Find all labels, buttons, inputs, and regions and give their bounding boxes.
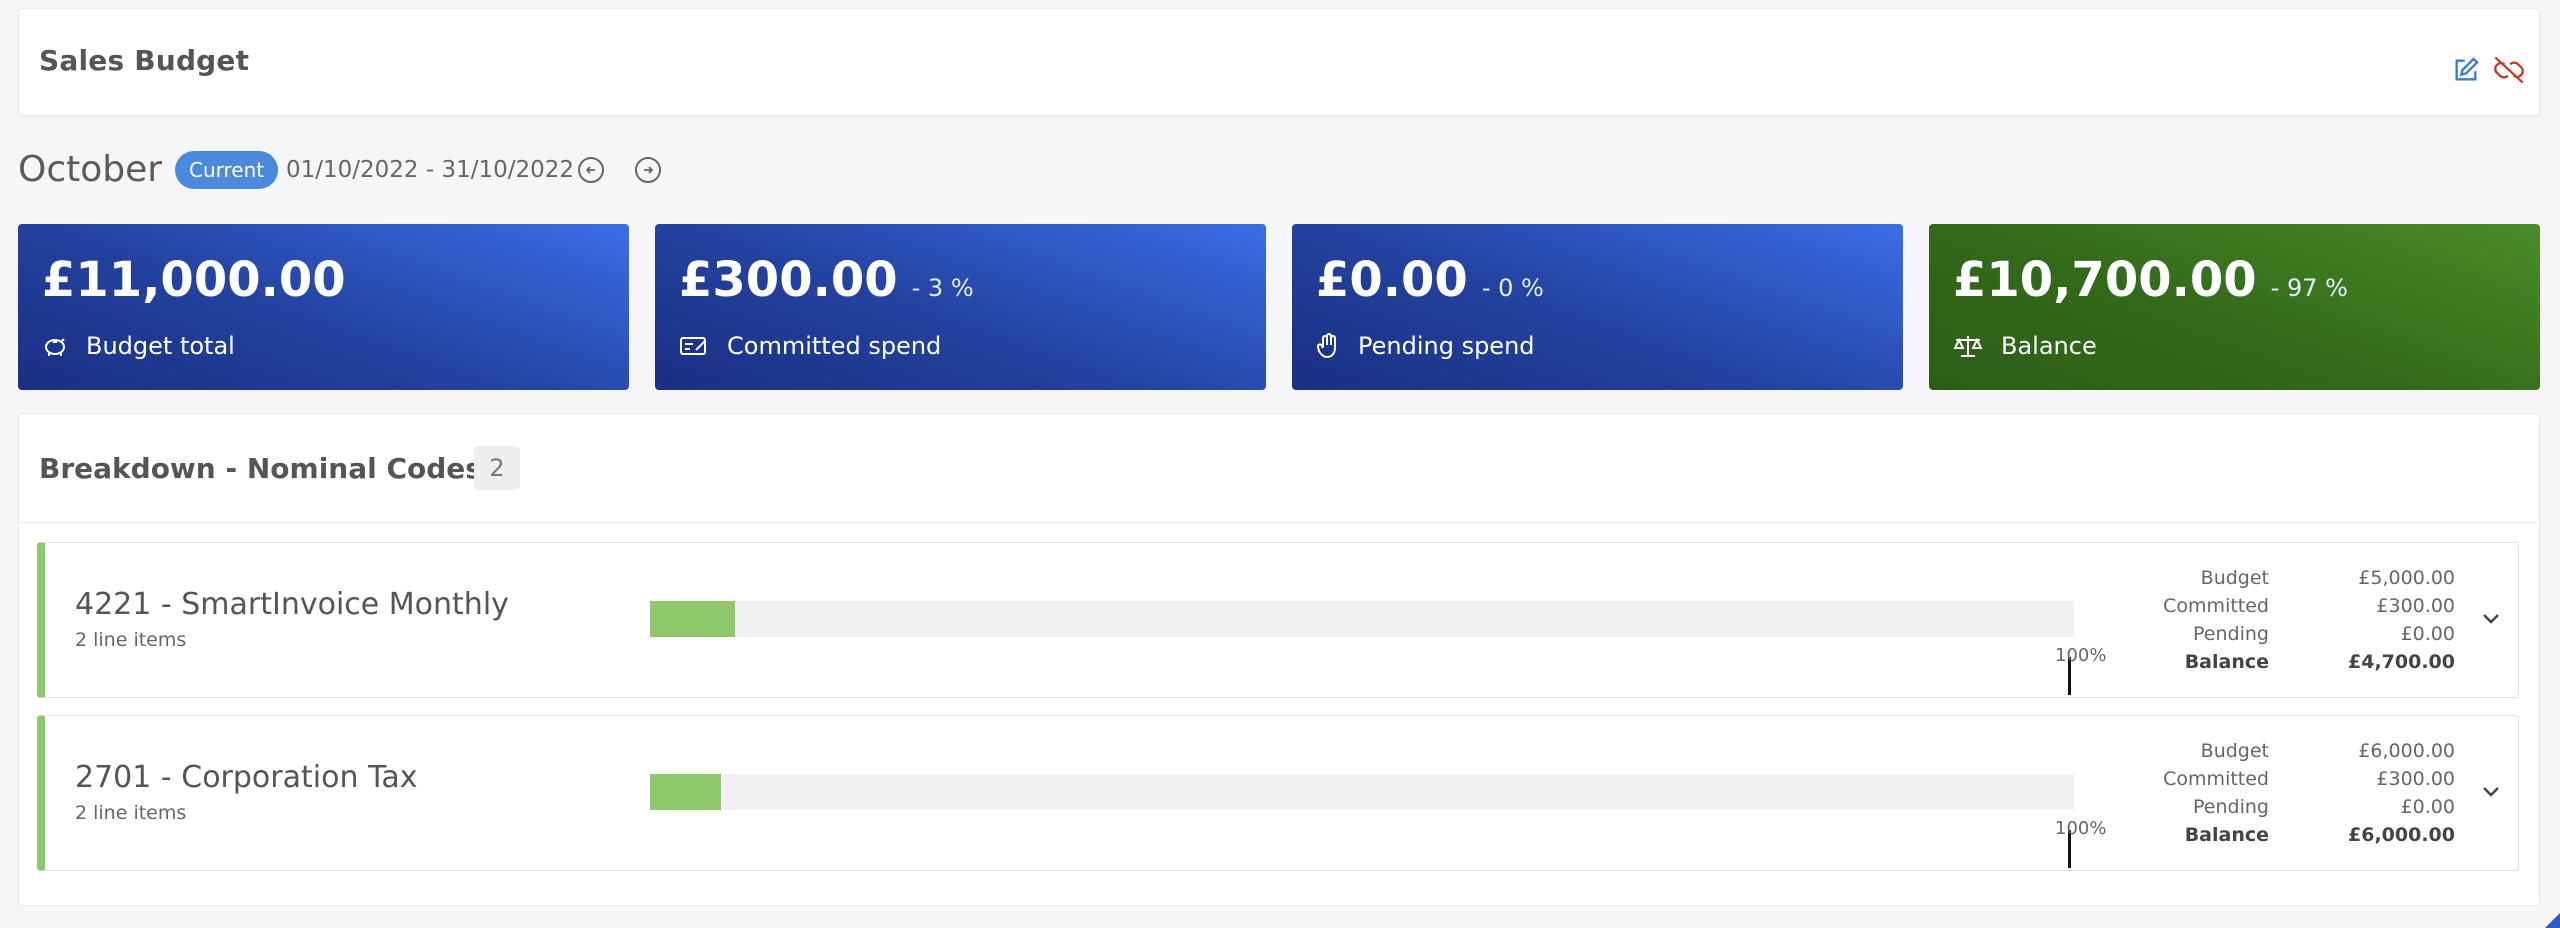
line-items-count: 2 line items xyxy=(75,629,187,651)
budget-total-card: £11,000.00 Budget total xyxy=(18,224,629,390)
pending-spend-card: £0.00- 0 % Pending spend xyxy=(1292,224,1903,390)
budget-header-card: Sales Budget xyxy=(18,8,2540,116)
line-items-count: 2 line items xyxy=(75,802,187,824)
budget-value: £5,000.00 xyxy=(2358,567,2455,589)
progress-bar xyxy=(650,601,2074,695)
balance-card: £10,700.00- 97 % Balance xyxy=(1929,224,2540,390)
budget-details: Budget £5,000.00 Committed £300.00 Pending… xyxy=(2135,563,2455,675)
nominal-code-row[interactable]: 2701 - Corporation Tax 2 line items 100%… xyxy=(37,715,2519,871)
month-name: October xyxy=(18,149,163,190)
edit-icon[interactable] xyxy=(2452,56,2480,84)
pending-value: £0.00 xyxy=(2400,796,2455,818)
date-range: 01/10/2022 - 31/10/2022 xyxy=(286,157,575,183)
stat-value: £300.00- 3 % xyxy=(679,252,974,308)
period-selector: October Current 01/10/2022 - 31/10/2022 xyxy=(18,145,1218,195)
nominal-code-row[interactable]: 4221 - SmartInvoice Monthly 2 line items… xyxy=(37,542,2519,698)
budget-details: Budget £6,000.00 Committed £300.00 Pending… xyxy=(2135,736,2455,848)
balance-label: Balance xyxy=(2184,651,2269,673)
balance-value: £6,000.00 xyxy=(2348,824,2455,846)
balance-label: Balance xyxy=(2184,824,2269,846)
pending-label: Pending xyxy=(2193,796,2269,818)
stat-label: Committed spend xyxy=(727,332,942,360)
stat-label: Balance xyxy=(2001,332,2097,360)
stat-label: Pending spend xyxy=(1358,332,1535,360)
unlink-icon[interactable] xyxy=(2493,55,2525,85)
scales-icon xyxy=(1953,336,1983,357)
progress-bar xyxy=(650,774,2074,868)
nominal-code-name: 4221 - SmartInvoice Monthly xyxy=(75,587,509,622)
previous-period-button[interactable] xyxy=(578,157,604,183)
pending-value: £0.00 xyxy=(2400,623,2455,645)
progress-fill xyxy=(650,774,722,810)
nominal-code-name: 2701 - Corporation Tax xyxy=(75,760,418,795)
progress-label: 100% xyxy=(2055,818,2107,839)
piggy-bank-icon xyxy=(45,338,65,356)
divider xyxy=(19,522,2539,523)
stat-label: Budget total xyxy=(86,332,235,360)
stat-value: £10,700.00- 97 % xyxy=(1953,252,2348,308)
progress-label: 100% xyxy=(2055,645,2107,666)
chevron-down-icon[interactable] xyxy=(2479,780,2503,804)
current-badge: Current xyxy=(175,151,279,189)
stat-value: £11,000.00 xyxy=(42,252,346,308)
next-period-button[interactable] xyxy=(635,157,661,183)
committed-value: £300.00 xyxy=(2376,768,2455,790)
pending-label: Pending xyxy=(2193,623,2269,645)
arrow-left-icon xyxy=(585,166,595,174)
stat-value: £0.00- 0 % xyxy=(1316,252,1544,308)
budget-label: Budget xyxy=(2200,567,2269,589)
corner-decoration xyxy=(2545,913,2560,928)
budget-label: Budget xyxy=(2200,740,2269,762)
progress-fill xyxy=(650,601,736,637)
hand-icon xyxy=(1316,333,1336,359)
committed-label: Committed xyxy=(2163,595,2269,617)
chevron-down-icon[interactable] xyxy=(2479,607,2503,631)
committed-value: £300.00 xyxy=(2376,595,2455,617)
count-badge: 2 xyxy=(474,446,520,490)
breakdown-title: Breakdown - Nominal Codes xyxy=(39,452,482,485)
breakdown-card: Breakdown - Nominal Codes 2 4221 - Smart… xyxy=(18,413,2540,906)
cheque-icon xyxy=(680,337,706,355)
committed-spend-card: £300.00- 3 % Committed spend xyxy=(655,224,1266,390)
page-title: Sales Budget xyxy=(39,44,250,77)
arrow-right-icon xyxy=(644,166,654,174)
budget-value: £6,000.00 xyxy=(2358,740,2455,762)
committed-label: Committed xyxy=(2163,768,2269,790)
balance-value: £4,700.00 xyxy=(2348,651,2455,673)
